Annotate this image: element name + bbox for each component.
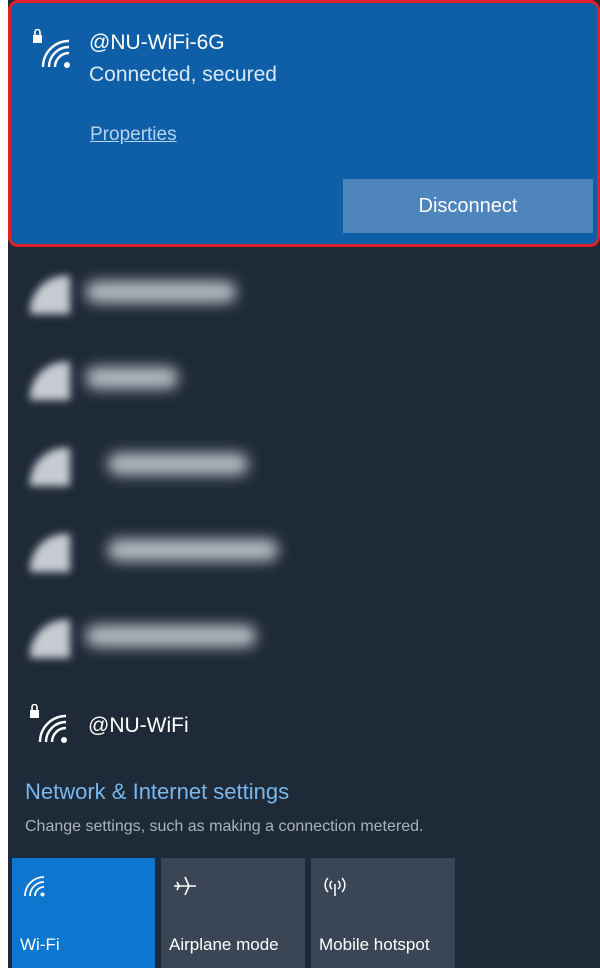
obscured-network-name xyxy=(108,453,248,475)
network-list-item[interactable] xyxy=(8,334,600,414)
wifi-icon xyxy=(22,874,48,903)
active-network-name: @NU-WiFi-6G xyxy=(89,31,225,54)
network-flyout: @NU-WiFi-6G Connected, secured Propertie… xyxy=(8,0,600,968)
airplane-icon xyxy=(171,874,199,903)
obscured-network-name xyxy=(86,625,256,647)
airplane-tile-label: Airplane mode xyxy=(169,935,279,954)
obscured-network-name xyxy=(108,539,278,561)
hotspot-tile-label: Mobile hotspot xyxy=(319,935,430,954)
secured-wifi-icon xyxy=(24,270,74,316)
airplane-mode-tile[interactable]: Airplane mode xyxy=(161,858,305,968)
network-list-item[interactable] xyxy=(8,420,600,500)
wifi-icon xyxy=(24,442,74,488)
wifi-toggle-tile[interactable]: Wi-Fi xyxy=(12,858,155,968)
disconnect-button[interactable]: Disconnect xyxy=(343,179,593,233)
obscured-network-name xyxy=(86,281,236,303)
wifi-tile-label: Wi-Fi xyxy=(20,935,60,954)
secured-wifi-icon xyxy=(31,28,75,76)
obscured-network-name xyxy=(86,367,178,389)
network-name: @NU-WiFi xyxy=(88,714,189,737)
network-settings-link[interactable]: Network & Internet settings xyxy=(25,779,289,805)
wifi-icon xyxy=(24,356,74,402)
active-network-item[interactable]: @NU-WiFi-6G Connected, secured Propertie… xyxy=(8,0,600,247)
secured-wifi-icon xyxy=(24,528,74,574)
network-settings-description: Change settings, such as making a connec… xyxy=(25,818,424,835)
properties-link[interactable]: Properties xyxy=(90,124,177,146)
network-list-item[interactable] xyxy=(8,506,600,586)
network-list-item[interactable]: @NU-WiFi xyxy=(8,690,600,760)
network-list-item[interactable] xyxy=(8,592,600,672)
mobile-hotspot-tile[interactable]: Mobile hotspot xyxy=(311,858,455,968)
secured-wifi-icon xyxy=(24,614,74,660)
available-networks-list xyxy=(8,248,600,688)
hotspot-icon xyxy=(321,874,349,903)
network-list-item[interactable] xyxy=(8,248,600,328)
active-network-status: Connected, secured xyxy=(89,63,277,86)
secured-wifi-icon xyxy=(28,703,72,751)
